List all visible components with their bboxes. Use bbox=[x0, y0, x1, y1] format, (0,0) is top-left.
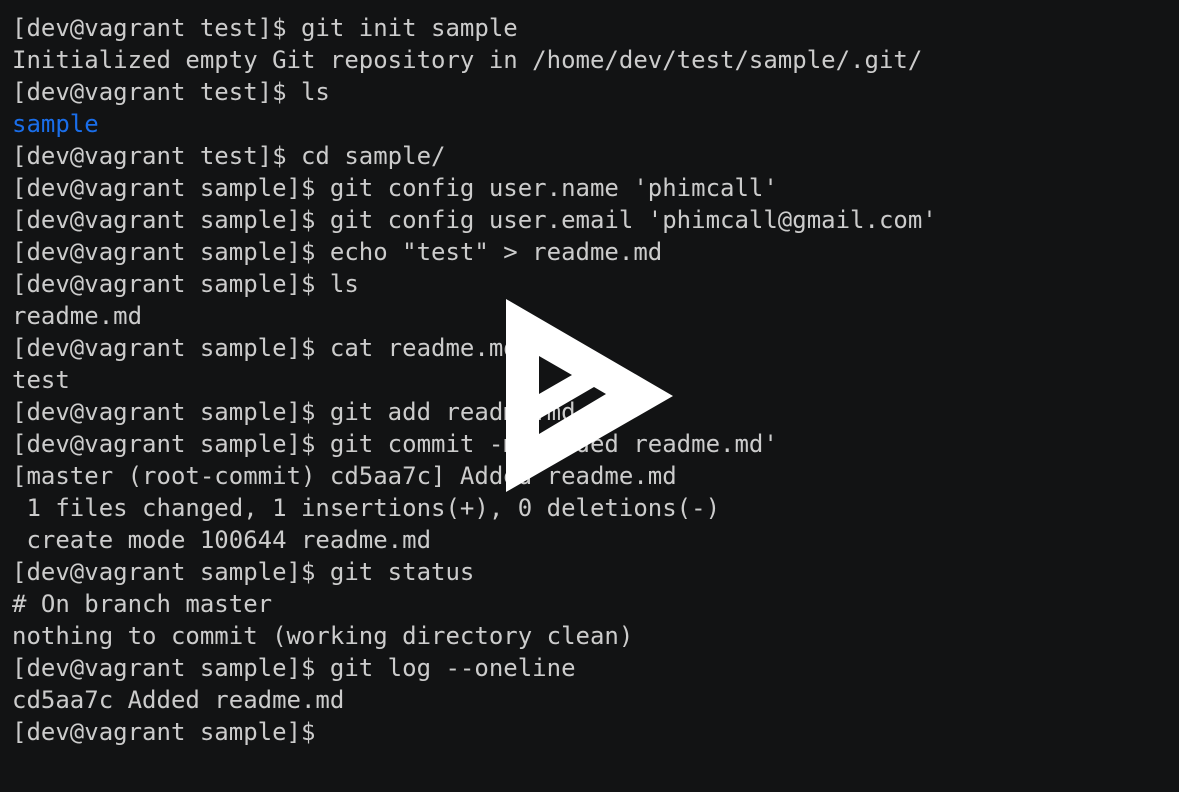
command-line: [dev@vagrant sample]$ git status bbox=[12, 558, 475, 586]
output-line: nothing to commit (working directory cle… bbox=[12, 622, 634, 650]
output-line: 1 files changed, 1 insertions(+), 0 dele… bbox=[12, 494, 721, 522]
directory-entry: sample bbox=[12, 110, 99, 138]
play-icon[interactable] bbox=[506, 299, 674, 493]
play-icon-shape bbox=[506, 299, 673, 492]
command-line: [dev@vagrant sample]$ git config user.na… bbox=[12, 174, 778, 202]
output-line: create mode 100644 readme.md bbox=[12, 526, 432, 554]
command-line: [dev@vagrant test]$ git init sample bbox=[12, 14, 518, 42]
command-line: [dev@vagrant test]$ cd sample/ bbox=[12, 142, 446, 170]
command-line: [dev@vagrant sample]$ git config user.em… bbox=[12, 206, 937, 234]
command-line: [dev@vagrant sample]$ ls bbox=[12, 270, 359, 298]
output-line: Initialized empty Git repository in /hom… bbox=[12, 46, 923, 74]
terminal-window[interactable]: [dev@vagrant test]$ git init sample Initi… bbox=[0, 0, 1179, 792]
output-line: # On branch master bbox=[12, 590, 273, 618]
command-line: [dev@vagrant sample]$ bbox=[12, 718, 316, 746]
command-line: [dev@vagrant sample]$ git log --oneline bbox=[12, 654, 576, 682]
output-line: cd5aa7c Added readme.md bbox=[12, 686, 345, 714]
command-line: [dev@vagrant test]$ ls bbox=[12, 78, 330, 106]
command-line: [dev@vagrant sample]$ echo "test" > read… bbox=[12, 238, 663, 266]
